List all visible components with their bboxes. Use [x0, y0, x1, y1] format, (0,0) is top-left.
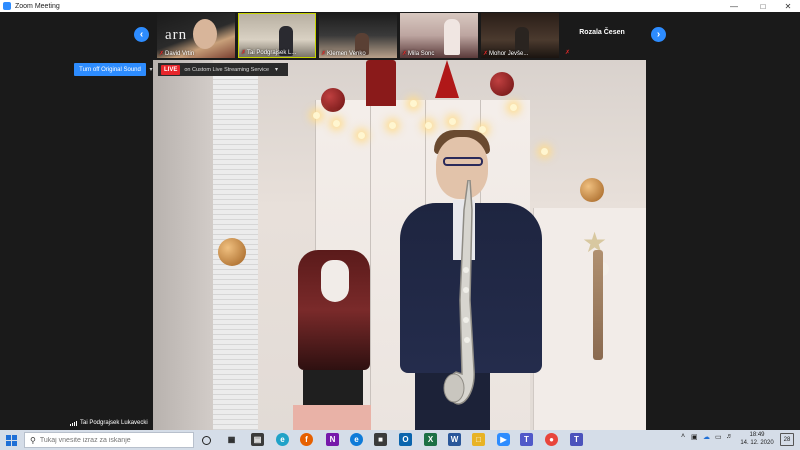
- outlook-icon[interactable]: O: [399, 433, 412, 446]
- volume-icon[interactable]: ♬: [726, 433, 733, 440]
- participant-name-tag: ✗ Tai Podgrajsek L...: [241, 49, 297, 57]
- participant-name-tag: ✗ Klemen Venko: [321, 50, 366, 58]
- performer-glasses: [443, 157, 483, 166]
- live-stream-indicator[interactable]: LIVE on Custom Live Streaming Service ▾: [158, 63, 288, 76]
- mic-muted-icon: ✗: [402, 51, 408, 57]
- zoom-window: Zoom Meeting — □ ✕ ‹ › arn ✗ David Vrtin…: [0, 0, 800, 430]
- light: [425, 122, 432, 129]
- participant-thumbnail[interactable]: arn ✗ David Vrtin: [157, 13, 235, 58]
- windows-start-icon[interactable]: [0, 430, 22, 450]
- store-icon[interactable]: ▤: [251, 433, 264, 446]
- maximize-icon[interactable]: □: [750, 0, 776, 12]
- saxophone: [443, 180, 475, 405]
- firefox-icon[interactable]: f: [300, 433, 313, 446]
- mic-muted-icon: ✗: [241, 50, 247, 56]
- system-clock[interactable]: 18:49 14. 12. 2020: [737, 431, 777, 447]
- participant-name: Mohor Jevše...: [489, 50, 529, 57]
- chevron-left-icon[interactable]: ‹: [134, 27, 149, 42]
- close-icon[interactable]: ✕: [775, 0, 800, 12]
- santa-beard: [321, 260, 349, 302]
- original-sound-button[interactable]: Turn off Original Sound: [74, 63, 146, 76]
- light: [449, 118, 456, 125]
- speaker-name: Tai Podgrajsek Lukavecki: [80, 420, 148, 426]
- main-video: ★: [153, 60, 646, 430]
- chevron-down-icon[interactable]: ▾: [275, 66, 278, 73]
- onedrive-icon[interactable]: ☁: [703, 433, 710, 441]
- participant-name-tag: ✗ Mila Sonc: [402, 50, 435, 58]
- active-speaker-label: Tai Podgrajsek Lukavecki: [70, 420, 148, 426]
- minimize-icon[interactable]: —: [721, 0, 747, 12]
- light: [333, 120, 340, 127]
- mic-muted-icon: ✗: [483, 51, 489, 57]
- teams-alt-icon[interactable]: T: [570, 433, 583, 446]
- arnes-logo: arn: [165, 27, 188, 43]
- windows-taskbar: ⚲ ▦ ▤ e f N e ■ O X W □ ▶ T ● T ˄ ▣ ☁ ▭ …: [0, 430, 800, 450]
- word-icon[interactable]: W: [448, 433, 461, 446]
- participant-name: Klemen Venko: [327, 50, 366, 57]
- light: [410, 100, 417, 107]
- edge-icon[interactable]: e: [350, 433, 363, 446]
- pedestal: [293, 405, 371, 430]
- excel-icon[interactable]: X: [424, 433, 437, 446]
- light: [541, 148, 548, 155]
- video-wall: [153, 60, 213, 430]
- participant-name: David Vrtin: [165, 50, 195, 57]
- battery-icon[interactable]: ▭: [715, 433, 722, 441]
- participant-face: [193, 19, 217, 49]
- sticky-icon[interactable]: ■: [374, 433, 387, 446]
- light: [313, 112, 320, 119]
- ornament: [321, 88, 345, 112]
- search-input[interactable]: [39, 436, 180, 444]
- task-view-icon[interactable]: ▦: [225, 433, 238, 446]
- participant-name: Rozala Česen: [579, 29, 625, 36]
- light: [389, 122, 396, 129]
- notification-count: 28: [783, 436, 791, 443]
- participant-name-tag: ✗ Mohor Jevše...: [483, 50, 529, 58]
- chevron-right-icon[interactable]: ›: [651, 27, 666, 42]
- live-badge: LIVE: [161, 64, 181, 75]
- clock-time: 18:49: [749, 432, 765, 438]
- chrome-icon[interactable]: ●: [545, 433, 558, 446]
- participant-name-tag: ✗ David Vrtin: [159, 50, 195, 58]
- teams-icon[interactable]: T: [520, 433, 533, 446]
- participant-figure: [444, 19, 460, 55]
- ornament: [218, 238, 246, 266]
- participant-name: Tai Podgrajsek L...: [247, 49, 297, 56]
- participant-thumbnail[interactable]: ✗ Tai Podgrajsek L...: [238, 13, 316, 58]
- browser-icon[interactable]: e: [276, 433, 289, 446]
- window-title: Zoom Meeting: [15, 2, 60, 10]
- gnome-decoration: [435, 60, 459, 98]
- mic-muted-icon: ✗: [159, 51, 165, 57]
- reindeer-decoration: [366, 60, 396, 106]
- live-status-text: on Custom Live Streaming Service: [184, 66, 270, 73]
- signal-bars-icon: [70, 420, 77, 426]
- network-icon[interactable]: ▣: [691, 433, 698, 441]
- santa-legs: [303, 370, 363, 408]
- zoom-icon[interactable]: ▶: [497, 433, 510, 446]
- garland-decoration: [593, 250, 603, 360]
- participant-thumbnail[interactable]: ✗ Mila Sonc: [400, 13, 478, 58]
- title-bar: Zoom Meeting — □ ✕: [0, 0, 800, 12]
- mic-muted-icon: ✗: [321, 51, 327, 57]
- ornament: [580, 178, 604, 202]
- ornament: [490, 72, 514, 96]
- search-icon: ⚲: [30, 435, 36, 445]
- clock-date: 14. 12. 2020: [740, 440, 774, 446]
- light: [510, 104, 517, 111]
- taskbar-search[interactable]: ⚲: [24, 432, 194, 448]
- participant-thumbnail-video-off[interactable]: Rozala Česen ✗: [562, 13, 642, 58]
- onenote-icon[interactable]: N: [326, 433, 339, 446]
- participant-name: Mila Sonc: [408, 50, 435, 57]
- notification-center-icon[interactable]: 28: [780, 433, 794, 446]
- chevron-up-icon[interactable]: ˄: [681, 433, 685, 440]
- light: [358, 132, 365, 139]
- mic-muted-icon: ✗: [565, 50, 571, 56]
- file-explorer-icon[interactable]: □: [472, 433, 485, 446]
- zoom-app-icon: [3, 2, 11, 10]
- participant-thumbnail[interactable]: ✗ Klemen Venko: [319, 13, 397, 58]
- cortana-icon[interactable]: [202, 436, 211, 445]
- participant-thumbnail[interactable]: ✗ Mohor Jevše...: [481, 13, 559, 58]
